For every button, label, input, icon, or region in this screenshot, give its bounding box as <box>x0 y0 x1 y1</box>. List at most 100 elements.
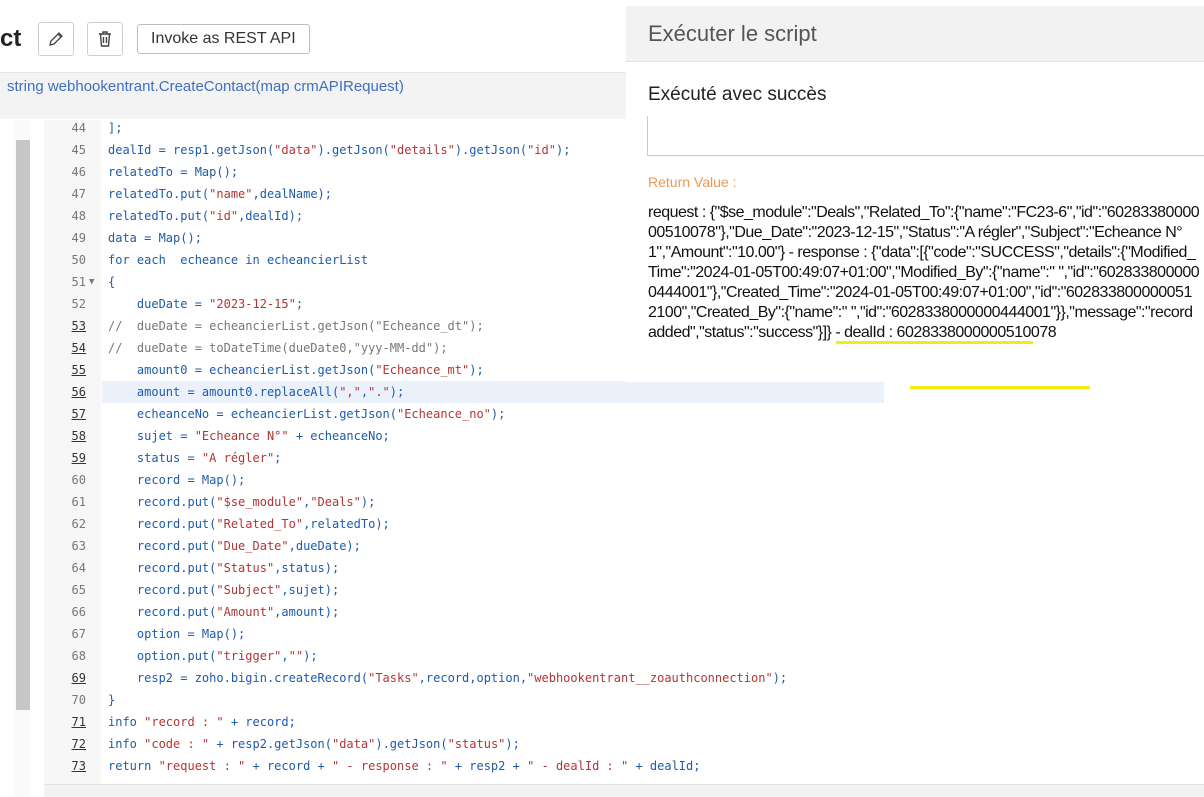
code-token: "Subject" <box>216 583 282 597</box>
code-token: , <box>281 649 289 663</box>
code-token: relatedTo.put( <box>108 187 210 201</box>
delete-button[interactable] <box>87 22 123 56</box>
code-token: ).getJson( <box>317 143 390 157</box>
code-line[interactable]: 71 info "record : " + record; <box>0 711 1204 733</box>
code-token: ,dealId); <box>238 209 304 223</box>
code-token: + echeanceNo; <box>288 429 390 443</box>
code-token: "id" <box>527 143 556 157</box>
horizontal-scrollbar[interactable] <box>44 784 1204 797</box>
code-token: "A régler" <box>201 451 275 465</box>
code-line[interactable]: 69 resp2 = zoho.bigin.createRecord("Task… <box>0 667 1204 689</box>
code-text: // dueDate = toDateTime(dueDate0,"yyy-MM… <box>108 337 448 359</box>
code-token: record.put( <box>108 605 217 619</box>
line-number: 45 <box>71 143 86 157</box>
code-text: relatedTo.put("id",dealId); <box>108 205 303 227</box>
code-token: + resp2 + <box>447 759 528 773</box>
return-value-text: request : {"$se_module":"Deals","Related… <box>648 204 1200 341</box>
code-token: ).getJson( <box>375 737 448 751</box>
code-token: "Amount" <box>216 605 275 619</box>
line-number: 55 <box>71 363 86 377</box>
code-line[interactable]: 70} <box>0 689 1204 711</box>
code-token: sujet = <box>108 429 195 443</box>
code-line[interactable]: 62 record.put("Related_To",relatedTo); <box>0 513 1204 535</box>
code-line[interactable]: 58 sujet = "Echeance N°" + echeanceNo; <box>0 425 1204 447</box>
line-number: 51 <box>71 275 86 289</box>
code-token: "status" <box>447 737 506 751</box>
line-number: 69 <box>71 671 86 685</box>
code-line[interactable]: 63 record.put("Due_Date",dueDate); <box>0 535 1204 557</box>
return-value-label: Return Value : <box>648 174 737 190</box>
code-token: "Echeance_no" <box>396 407 491 421</box>
code-token: ).getJson( <box>454 143 528 157</box>
code-token: option = Map(); <box>108 627 246 641</box>
code-token: "2023-12-15" <box>209 297 296 311</box>
code-token: ); <box>389 385 405 399</box>
code-token: "details" <box>389 143 455 157</box>
code-line[interactable]: 73 return "request : " + record + " - res… <box>0 755 1204 777</box>
code-token: "Status" <box>216 561 275 575</box>
code-line[interactable]: 67 option = Map(); <box>0 623 1204 645</box>
line-number: 70 <box>71 693 86 707</box>
code-line[interactable]: 60 record = Map(); <box>0 469 1204 491</box>
code-token: record.put( <box>108 583 217 597</box>
code-text: } <box>108 689 115 711</box>
function-signature-bar: string webhookentrant.CreateContact(map … <box>0 72 626 119</box>
code-text: info "record : " + record; <box>108 711 296 733</box>
line-number: 54 <box>71 341 86 355</box>
line-number: 66 <box>71 605 86 619</box>
code-line[interactable]: 66 record.put("Amount",amount); <box>0 601 1204 623</box>
code-line[interactable]: 68 option.put("trigger",""); <box>0 645 1204 667</box>
invoke-rest-api-button[interactable]: Invoke as REST API <box>137 24 310 54</box>
output-box <box>647 116 1204 156</box>
code-token: ,status); <box>274 561 340 575</box>
line-number: 68 <box>71 649 86 663</box>
code-text: echeanceNo = echeancierList.getJson("Ech… <box>108 403 505 425</box>
code-line[interactable]: 65 record.put("Subject",sujet); <box>0 579 1204 601</box>
code-line[interactable]: 57 echeanceNo = echeancierList.getJson("… <box>0 403 1204 425</box>
line-number: 50 <box>71 253 86 267</box>
code-text: option = Map(); <box>108 623 245 645</box>
code-token: dealId = resp1.getJson( <box>108 143 275 157</box>
code-token: amount0 = echeancierList.getJson( <box>108 363 376 377</box>
code-token: "Echeance N°" <box>194 429 289 443</box>
line-number: 46 <box>71 165 86 179</box>
code-token: " - response : " <box>331 759 448 773</box>
code-token: ,sujet); <box>281 583 340 597</box>
fold-toggle-icon[interactable]: ▼ <box>89 271 94 293</box>
line-number: 64 <box>71 561 86 575</box>
code-token: // dueDate = echeancierList.getJson("Ech… <box>108 319 484 333</box>
code-line[interactable]: 59 status = "A régler"; <box>0 447 1204 469</box>
code-token: + dealId; <box>628 759 701 773</box>
code-token: relatedTo = Map(); <box>108 165 239 179</box>
code-token: ); <box>360 495 376 509</box>
line-number: 62 <box>71 517 86 531</box>
code-token: // dueDate = toDateTime(dueDate0,"yyy-MM… <box>108 341 448 355</box>
highlight-created-id <box>836 341 1033 344</box>
code-token: record.put( <box>108 561 217 575</box>
code-text: amount0 = echeancierList.getJson("Echean… <box>108 359 484 381</box>
code-text: return "request : " + record + " - respo… <box>108 755 700 777</box>
line-number: 52 <box>71 297 86 311</box>
code-text: record.put("Status",status); <box>108 557 339 579</box>
highlight-deal-id <box>910 386 1090 389</box>
line-number: 48 <box>71 209 86 223</box>
code-text: { <box>108 271 115 293</box>
code-token: } <box>108 693 116 707</box>
code-text: // dueDate = echeancierList.getJson("Ech… <box>108 315 484 337</box>
code-text: status = "A régler"; <box>108 447 282 469</box>
code-token: + record + <box>245 759 332 773</box>
code-line[interactable]: 72 info "code : " + resp2.getJson("data")… <box>0 733 1204 755</box>
line-number: 67 <box>71 627 86 641</box>
code-line[interactable]: 64 record.put("Status",status); <box>0 557 1204 579</box>
code-token: + record; <box>223 715 296 729</box>
code-text: record.put("$se_module","Deals"); <box>108 491 375 513</box>
code-token: "trigger" <box>216 649 282 663</box>
line-number: 56 <box>71 385 86 399</box>
line-number: 63 <box>71 539 86 553</box>
code-line[interactable]: 61 record.put("$se_module","Deals"); <box>0 491 1204 513</box>
code-line[interactable]: 56 amount = amount0.replaceAll(",","."); <box>0 381 1204 403</box>
code-token: record.put( <box>108 517 217 531</box>
edit-button[interactable] <box>38 22 74 56</box>
code-token: "Related_To" <box>216 517 304 531</box>
code-token: { <box>108 275 116 289</box>
